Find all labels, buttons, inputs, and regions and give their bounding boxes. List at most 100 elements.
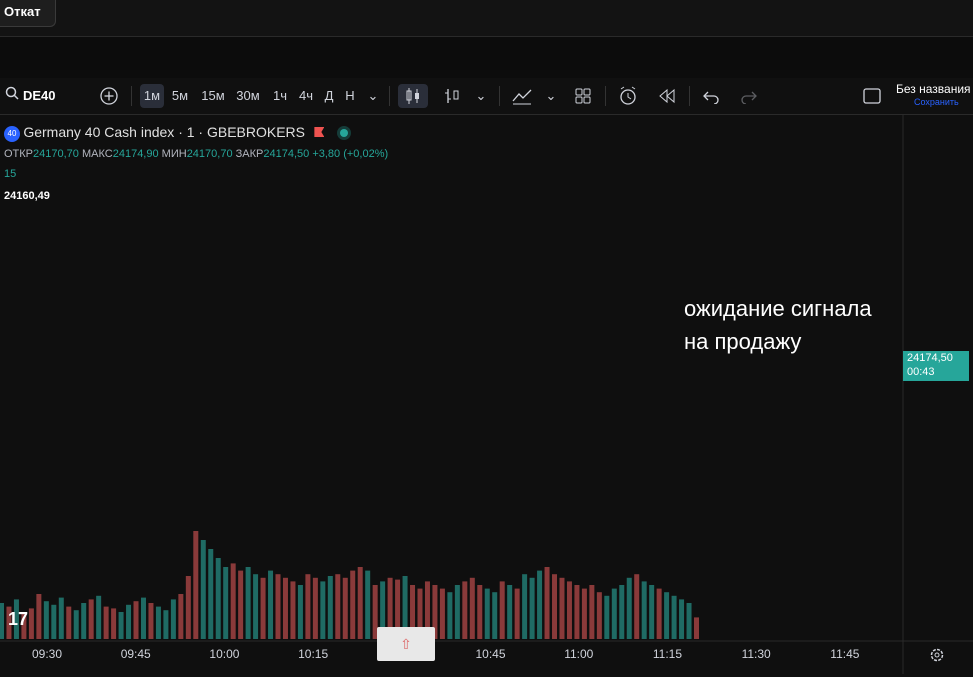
chart-area[interactable]: 24240,0024220,0024200,0024180,0024160,00…: [0, 114, 973, 674]
bar-style-icon[interactable]: [440, 84, 464, 108]
time-tick-label: 09:30: [32, 647, 62, 661]
volume-bar: [350, 570, 356, 639]
volume-bar: [260, 577, 266, 639]
low-label: МИН: [161, 148, 187, 160]
toolbar-separator: [389, 86, 390, 106]
volume-bar: [312, 577, 318, 639]
templates-grid-icon[interactable]: [572, 84, 594, 108]
interval-15m[interactable]: 15м: [199, 84, 227, 108]
volume-bar: [514, 588, 520, 639]
volume-bar: [671, 595, 677, 639]
indicators-icon[interactable]: [509, 84, 535, 108]
volume-bar: [58, 597, 64, 639]
layout-name[interactable]: Без названия: [896, 82, 971, 96]
redo-icon[interactable]: [738, 84, 760, 108]
search-icon[interactable]: [4, 84, 20, 108]
volume-bar: [36, 594, 42, 639]
volume-bar: [245, 567, 251, 639]
volume-bar: [544, 567, 550, 639]
layout-square-icon[interactable]: [862, 84, 882, 108]
volume-bar: [178, 594, 184, 639]
settings-gear-icon[interactable]: [928, 646, 946, 664]
close-value: 24174,50: [263, 148, 310, 160]
scroll-to-realtime-button[interactable]: ⇧: [377, 627, 435, 661]
volume-bar: [88, 599, 94, 639]
volume-bar: [469, 577, 475, 639]
volume-bar: [596, 592, 602, 639]
chevron-down-icon[interactable]: ⌄: [366, 84, 380, 108]
volume-bar: [664, 592, 670, 639]
flag-icon[interactable]: [314, 127, 325, 137]
change-value: +3,80 (+0,02%): [312, 148, 389, 160]
interval-30m[interactable]: 30м: [234, 84, 262, 108]
volume-bar: [103, 606, 109, 639]
chart-toolbar: DE40 1м 5м 15м 30м 1ч 4ч Д Н ⌄ ⌄ ⌄ Без н…: [0, 78, 973, 115]
interval-week[interactable]: Н: [343, 84, 357, 108]
volume-bar: [477, 585, 483, 639]
toolbar-separator: [499, 86, 500, 106]
volume-bar: [327, 576, 333, 639]
interval-day[interactable]: Д: [322, 84, 336, 108]
alert-clock-icon[interactable]: [616, 84, 640, 108]
volume-bar: [462, 581, 468, 639]
volume-bar: [357, 567, 363, 639]
volume-bar: [447, 592, 453, 639]
volume-bar: [118, 612, 124, 639]
volume-bar: [208, 549, 214, 639]
annotation-text[interactable]: ожидание сигнала на продажу: [684, 292, 872, 358]
price-chart[interactable]: 24240,0024220,0024200,0024180,0024160,00…: [0, 114, 973, 674]
chevron-down-icon[interactable]: ⌄: [544, 84, 558, 108]
candles-icon[interactable]: [398, 84, 428, 108]
volume-bar: [484, 588, 490, 639]
volume-bar: [581, 588, 587, 639]
volume-bar: [253, 574, 259, 639]
volume-bar: [170, 599, 176, 639]
toolbar-separator: [689, 86, 690, 106]
volume-bar: [185, 576, 191, 639]
volume-bar: [297, 585, 303, 639]
open-value: 24170,70: [33, 148, 79, 160]
interval-1h[interactable]: 1ч: [270, 84, 290, 108]
volume-bar: [566, 581, 572, 639]
last-price: 24174,50: [907, 352, 953, 364]
indicator-period[interactable]: 15: [4, 168, 16, 180]
volume-bar: [649, 585, 655, 639]
tradingview-logo[interactable]: 17: [8, 609, 28, 630]
interval-5m[interactable]: 5м: [169, 84, 191, 108]
low-value: 24170,70: [186, 148, 233, 160]
annotation-line-2: на продажу: [684, 329, 802, 354]
volume-bar: [537, 570, 543, 639]
time-tick-label: 11:15: [653, 647, 682, 661]
undo-icon[interactable]: [700, 84, 722, 108]
annotation-line-1: ожидание сигнала: [684, 296, 872, 321]
volume-bar: [200, 540, 206, 639]
layout-tab[interactable]: Откат: [0, 0, 56, 27]
time-tick-label: 11:45: [830, 647, 859, 661]
chevron-down-icon[interactable]: ⌄: [474, 84, 488, 108]
bar-countdown: 00:43: [907, 366, 935, 378]
interval-1m[interactable]: 1м: [140, 84, 164, 108]
time-tick-label: 11:30: [742, 647, 771, 661]
volume-bar: [148, 603, 154, 639]
time-tick-label: 10:45: [476, 647, 506, 661]
symbol-logo-icon: 40: [4, 125, 20, 142]
top-gap: [0, 37, 973, 78]
top-bar: Откат: [0, 0, 973, 37]
volume-bar: [439, 588, 445, 639]
replay-icon[interactable]: [656, 84, 678, 108]
volume-bar: [230, 563, 236, 639]
high-value: 24174,90: [112, 148, 159, 160]
volume-bar: [51, 604, 57, 639]
volume-bar: [552, 574, 558, 639]
legend-title[interactable]: Germany 40 Cash index · 1 · GBEBROKERS: [23, 124, 305, 140]
volume-bar: [626, 577, 632, 639]
volume-bar: [335, 574, 341, 639]
symbol-search-button[interactable]: DE40: [23, 84, 56, 108]
compare-plus-icon[interactable]: [98, 84, 120, 108]
save-link[interactable]: Сохранить: [914, 97, 959, 107]
volume-bar: [43, 601, 49, 639]
high-label: МАКС: [81, 148, 113, 160]
volume-bar: [365, 570, 371, 639]
volume-bars: [0, 531, 699, 639]
interval-4h[interactable]: 4ч: [296, 84, 316, 108]
